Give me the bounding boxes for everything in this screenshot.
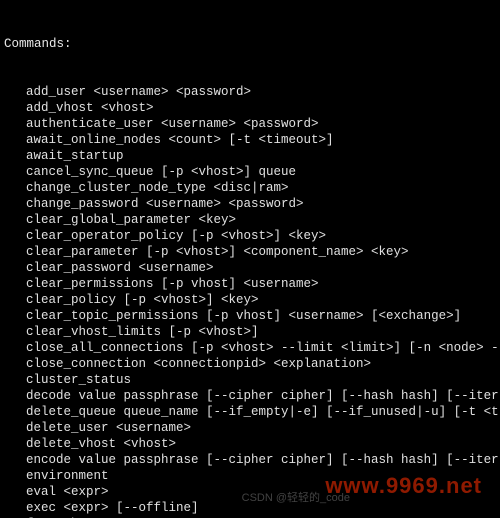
command-line: clear_password <username> — [4, 260, 498, 276]
command-line: delete_user <username> — [4, 420, 498, 436]
command-line: clear_operator_policy [-p <vhost>] <key> — [4, 228, 498, 244]
command-line: eval <expr> — [4, 484, 498, 500]
command-line: exec <expr> [--offline] — [4, 500, 498, 516]
command-line: delete_vhost <vhost> — [4, 436, 498, 452]
command-line: close_connection <connectionpid> <explan… — [4, 356, 498, 372]
command-line: clear_policy [-p <vhost>] <key> — [4, 292, 498, 308]
terminal-output: Commands: add_user <username> <password>… — [0, 0, 500, 518]
command-line: environment — [4, 468, 498, 484]
command-line: authenticate_user <username> <password> — [4, 116, 498, 132]
command-line: close_all_connections [-p <vhost> --limi… — [4, 340, 498, 356]
command-line: decode value passphrase [--cipher cipher… — [4, 388, 498, 404]
command-line: delete_queue queue_name [--if_empty|-e] … — [4, 404, 498, 420]
command-line: change_password <username> <password> — [4, 196, 498, 212]
command-line: encode value passphrase [--cipher cipher… — [4, 452, 498, 468]
command-line: cancel_sync_queue [-p <vhost>] queue — [4, 164, 498, 180]
command-line: clear_topic_permissions [-p vhost] <user… — [4, 308, 498, 324]
command-line: clear_vhost_limits [-p <vhost>] — [4, 324, 498, 340]
command-line: await_online_nodes <count> [-t <timeout>… — [4, 132, 498, 148]
command-line: add_vhost <vhost> — [4, 100, 498, 116]
command-line: cluster_status — [4, 372, 498, 388]
command-line: clear_global_parameter <key> — [4, 212, 498, 228]
commands-heading: Commands: — [4, 36, 498, 52]
command-line: clear_parameter [-p <vhost>] <component_… — [4, 244, 498, 260]
command-line: change_cluster_node_type <disc|ram> — [4, 180, 498, 196]
command-line: add_user <username> <password> — [4, 84, 498, 100]
commands-list: add_user <username> <password>add_vhost … — [4, 84, 498, 518]
command-line: await_startup — [4, 148, 498, 164]
command-line: clear_permissions [-p vhost] <username> — [4, 276, 498, 292]
